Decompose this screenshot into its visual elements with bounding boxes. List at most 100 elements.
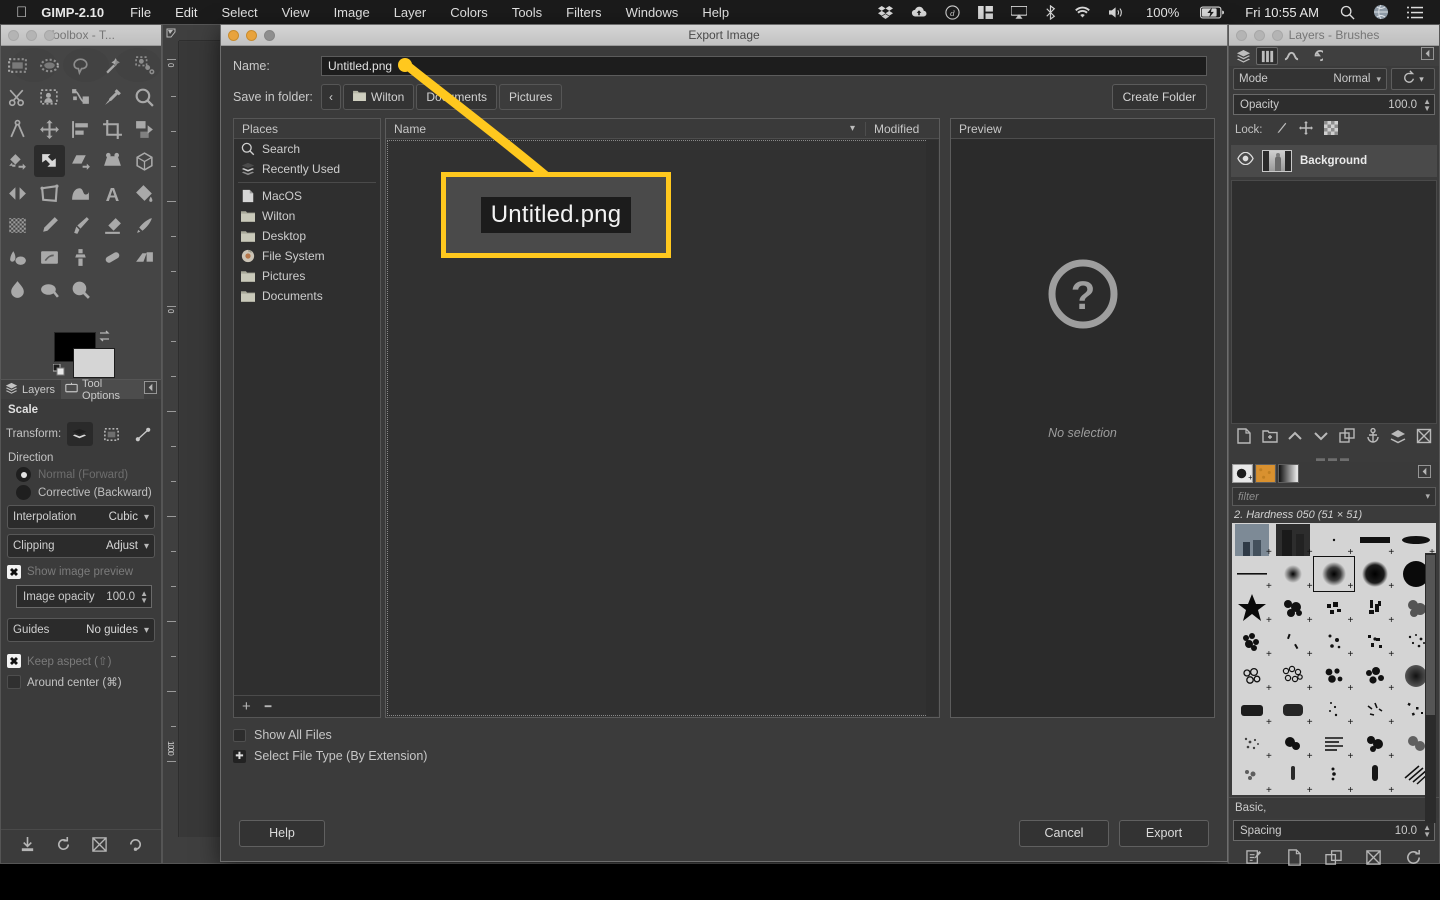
smudge-tool[interactable]	[34, 273, 66, 305]
show-image-preview-checkbox[interactable]: ✖ Show image preview	[7, 565, 156, 579]
breadcrumb-back-button[interactable]: ‹	[321, 84, 341, 110]
edit-brush-icon[interactable]	[1246, 849, 1263, 871]
zoom-button[interactable]	[1272, 30, 1283, 41]
clipping-dropdown[interactable]: Clipping Adjust ▾	[7, 534, 155, 558]
clone-tool[interactable]	[65, 241, 97, 273]
shear-tool[interactable]	[65, 145, 97, 177]
dock-menu-icon[interactable]	[1421, 47, 1439, 65]
dock-menu-icon[interactable]	[144, 380, 161, 399]
brush-cell[interactable]: +	[1273, 523, 1314, 558]
select-file-type-expander[interactable]: ✚ Select File Type (By Extension)	[233, 749, 1215, 763]
place-item-pictures[interactable]: Pictures	[234, 266, 380, 286]
tab-patterns[interactable]	[1255, 464, 1276, 483]
brush-cell[interactable]: +	[1273, 625, 1314, 660]
rotate-tool[interactable]	[128, 113, 160, 145]
dialog-titlebar[interactable]: Export Image	[221, 25, 1227, 46]
layer-item-background[interactable]: Background	[1231, 145, 1437, 177]
brush-cell[interactable]: +	[1232, 625, 1273, 660]
reset-tool-options-icon[interactable]	[127, 836, 144, 858]
show-all-files-checkbox[interactable]: Show All Files	[233, 728, 1215, 742]
delete-layer-icon[interactable]	[1416, 428, 1432, 449]
heal-tool[interactable]	[97, 241, 129, 273]
dodge-burn-tool[interactable]	[65, 273, 97, 305]
tab-layers[interactable]	[1232, 47, 1254, 65]
list-icon[interactable]	[1398, 6, 1432, 19]
image-opacity-spinner[interactable]: Image opacity 100.0 ▲ ▼	[16, 585, 152, 608]
pencil-tool[interactable]	[34, 209, 66, 241]
cancel-button[interactable]: Cancel	[1019, 819, 1109, 847]
tab-tool-options[interactable]: Tool Options	[61, 378, 144, 402]
anchor-layer-icon[interactable]	[1365, 427, 1381, 449]
lock-position-icon[interactable]	[1298, 121, 1313, 138]
unified-transform-tool[interactable]	[2, 145, 34, 177]
brush-cell[interactable]: +	[1232, 523, 1273, 558]
brush-cell[interactable]: +	[1232, 761, 1273, 795]
place-item-recently-used[interactable]: Recently Used	[234, 159, 380, 179]
brush-cell[interactable]: +	[1273, 557, 1314, 592]
brush-cell[interactable]: +	[1273, 659, 1314, 694]
circle-d-icon[interactable]: d	[936, 4, 969, 20]
duplicate-layer-icon[interactable]	[1339, 428, 1355, 449]
add-place-icon[interactable]: +	[242, 698, 251, 715]
minimize-button[interactable]	[246, 30, 257, 41]
paintbrush-tool[interactable]	[65, 209, 97, 241]
bucket-fill-tool[interactable]	[128, 177, 160, 209]
battery-charging-icon[interactable]	[1191, 6, 1233, 19]
new-group-icon[interactable]	[1262, 428, 1278, 449]
alignment-tool[interactable]	[65, 113, 97, 145]
restore-tool-options-icon[interactable]	[55, 836, 72, 858]
text-tool[interactable]: A	[97, 177, 129, 209]
close-button[interactable]	[8, 30, 19, 41]
scale-tool[interactable]	[33, 145, 66, 177]
brush-cell[interactable]: +	[1314, 625, 1355, 660]
toolbox-titlebar[interactable]: Toolbox - T...	[1, 25, 161, 46]
brush-cell[interactable]: +	[1314, 761, 1355, 795]
brush-cell[interactable]: +	[1354, 659, 1395, 694]
brush-cell[interactable]: +	[1354, 761, 1395, 795]
direction-option-normal[interactable]: Normal (Forward)	[16, 467, 156, 482]
lock-pixels-icon[interactable]	[1274, 121, 1288, 138]
menu-layer[interactable]: Layer	[382, 5, 439, 20]
dropbox-icon[interactable]	[869, 5, 902, 20]
brush-tag-dropdown[interactable]: Basic, ▾	[1229, 797, 1439, 818]
crop-tool[interactable]	[97, 113, 129, 145]
place-item-desktop[interactable]: Desktop	[234, 226, 380, 246]
right-dock-titlebar[interactable]: Layers - Brushes	[1229, 25, 1439, 46]
ruler-origin-icon[interactable]	[163, 25, 179, 41]
menu-tools[interactable]: Tools	[500, 5, 554, 20]
duplicate-brush-icon[interactable]	[1325, 849, 1343, 871]
lower-layer-icon[interactable]	[1313, 428, 1329, 449]
place-item-macos[interactable]: MacOS	[234, 186, 380, 206]
tab-paths[interactable]	[1280, 47, 1302, 65]
brush-cell[interactable]: +	[1314, 659, 1355, 694]
menu-file[interactable]: File	[118, 5, 163, 20]
spinner-arrows-icon[interactable]: ▲ ▼	[1423, 97, 1431, 112]
zoom-button[interactable]	[44, 30, 55, 41]
brush-cell-selected[interactable]: +	[1312, 556, 1356, 592]
breadcrumb-item-pictures[interactable]: Pictures	[499, 84, 563, 110]
menu-windows[interactable]: Windows	[614, 5, 691, 20]
scissors-select-tool[interactable]	[2, 81, 34, 113]
dialog-window-buttons[interactable]	[228, 30, 275, 41]
place-item-wilton[interactable]: Wilton	[234, 206, 380, 226]
3d-transform-tool[interactable]	[128, 145, 160, 177]
brush-cell[interactable]: +	[1273, 591, 1314, 626]
chevron-down-icon[interactable]: ▾	[850, 123, 865, 134]
new-brush-icon[interactable]	[1286, 849, 1303, 871]
menubar-clock[interactable]: Fri 10:55 AM	[1233, 5, 1331, 20]
menubar-app-name[interactable]: GIMP-2.10	[41, 5, 118, 20]
paths-tool[interactable]	[65, 81, 97, 113]
tab-undo-history[interactable]	[1304, 47, 1326, 65]
breadcrumb-item-documents[interactable]: Documents	[416, 84, 498, 110]
guides-dropdown[interactable]: Guides No guides ▾	[7, 618, 155, 642]
globe-icon[interactable]	[1364, 4, 1398, 20]
apple-icon[interactable]: 	[0, 5, 41, 20]
wifi-icon[interactable]	[1065, 6, 1100, 19]
filename-input[interactable]: Untitled.png	[321, 56, 1207, 76]
brush-cell[interactable]: +	[1354, 693, 1395, 728]
brush-cell[interactable]: +	[1354, 557, 1395, 592]
spinner-arrows-icon[interactable]: ▲ ▼	[1423, 823, 1431, 838]
brush-dock-menu-icon[interactable]	[1418, 464, 1436, 483]
remove-place-icon[interactable]: ━	[265, 700, 272, 713]
brush-grid[interactable]: + + + + + + + + + + + + + + + + + + + + …	[1232, 523, 1436, 795]
